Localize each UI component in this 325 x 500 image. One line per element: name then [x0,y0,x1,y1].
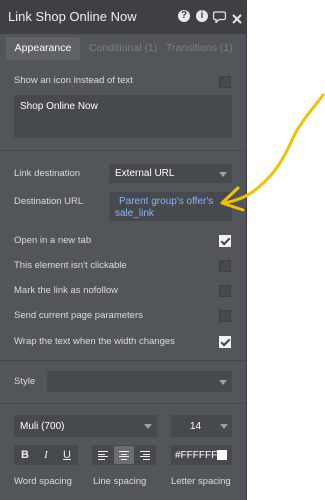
word-spacing-label: Word spacing [14,476,72,487]
tab-conditional[interactable]: Conditional (1) [89,37,157,60]
option-not-clickable-checkbox[interactable] [219,260,231,272]
align-right-icon [140,451,150,460]
link-destination-value: External URL [115,168,175,179]
letter-spacing-label: Letter spacing [171,476,231,487]
align-center-button[interactable] [114,446,134,464]
italic-button[interactable]: I [36,446,56,464]
font-size-dropdown[interactable]: 14 [171,415,232,437]
align-center-icon [119,451,129,460]
chevron-down-icon [220,424,228,429]
font-family-value: Muli (700) [20,421,65,432]
font-size-value: 14 [190,421,202,432]
chevron-down-icon [144,424,152,429]
option-nofollow-checkbox[interactable] [219,285,231,297]
option-wrap-text-checkbox[interactable] [219,336,231,348]
tab-transitions[interactable]: Transitions (1) [166,37,233,60]
info-icon[interactable]: i [196,10,208,22]
comment-icon[interactable] [212,10,227,28]
link-destination-dropdown[interactable]: External URL [109,164,232,183]
option-not-clickable-label: This element isn't clickable [14,260,127,271]
option-send-params-checkbox[interactable] [219,310,231,322]
align-left-button[interactable] [93,446,113,464]
align-left-icon [98,451,108,460]
underline-button[interactable]: U [57,446,77,464]
option-open-new-tab-checkbox[interactable] [219,235,231,247]
style-dropdown[interactable] [47,371,232,392]
style-label: Style [14,376,36,387]
divider [0,403,247,404]
option-open-new-tab-label: Open in a new tab [14,235,92,246]
option-wrap-text-label: Wrap the text when the width changes [14,336,175,347]
font-color-swatch[interactable] [217,450,227,460]
font-color-value: #FFFFFF [175,450,218,461]
chevron-down-icon [219,172,227,177]
option-nofollow-label: Mark the link as nofollow [14,285,119,296]
bold-button[interactable]: B [15,446,35,464]
option-send-params-label: Send current page parameters [14,310,143,321]
tab-bar: Appearance Conditional (1) Transitions (… [0,34,247,60]
align-right-button[interactable] [135,446,155,464]
line-spacing-label: Line spacing [93,476,147,487]
divider [0,360,247,361]
icon-toggle-checkbox[interactable] [219,76,231,88]
close-icon[interactable] [232,11,242,29]
destination-url-line2[interactable]: sale_link [115,208,154,219]
property-editor-panel: Link Shop Online Now ? i Appearance Cond… [0,0,247,500]
panel-title: Link Shop Online Now [8,9,137,24]
text-content-value: Shop Online Now [20,101,98,112]
tab-appearance[interactable]: Appearance [6,37,80,60]
divider [0,150,247,151]
text-content-field[interactable]: Shop Online Now [14,95,232,138]
help-icon[interactable]: ? [178,10,190,22]
destination-url-field[interactable]: Parent group's offer's sale_link [109,192,232,221]
title-bar: Link Shop Online Now ? i [0,0,247,34]
icon-toggle-label: Show an icon instead of text [14,75,133,86]
destination-url-line1[interactable]: Parent group's offer's [119,196,213,207]
font-color-field[interactable]: #FFFFFF [171,445,232,465]
link-destination-label: Link destination [14,168,81,179]
chevron-down-icon [219,380,227,385]
destination-url-label: Destination URL [14,196,84,207]
font-family-dropdown[interactable]: Muli (700) [14,415,157,437]
